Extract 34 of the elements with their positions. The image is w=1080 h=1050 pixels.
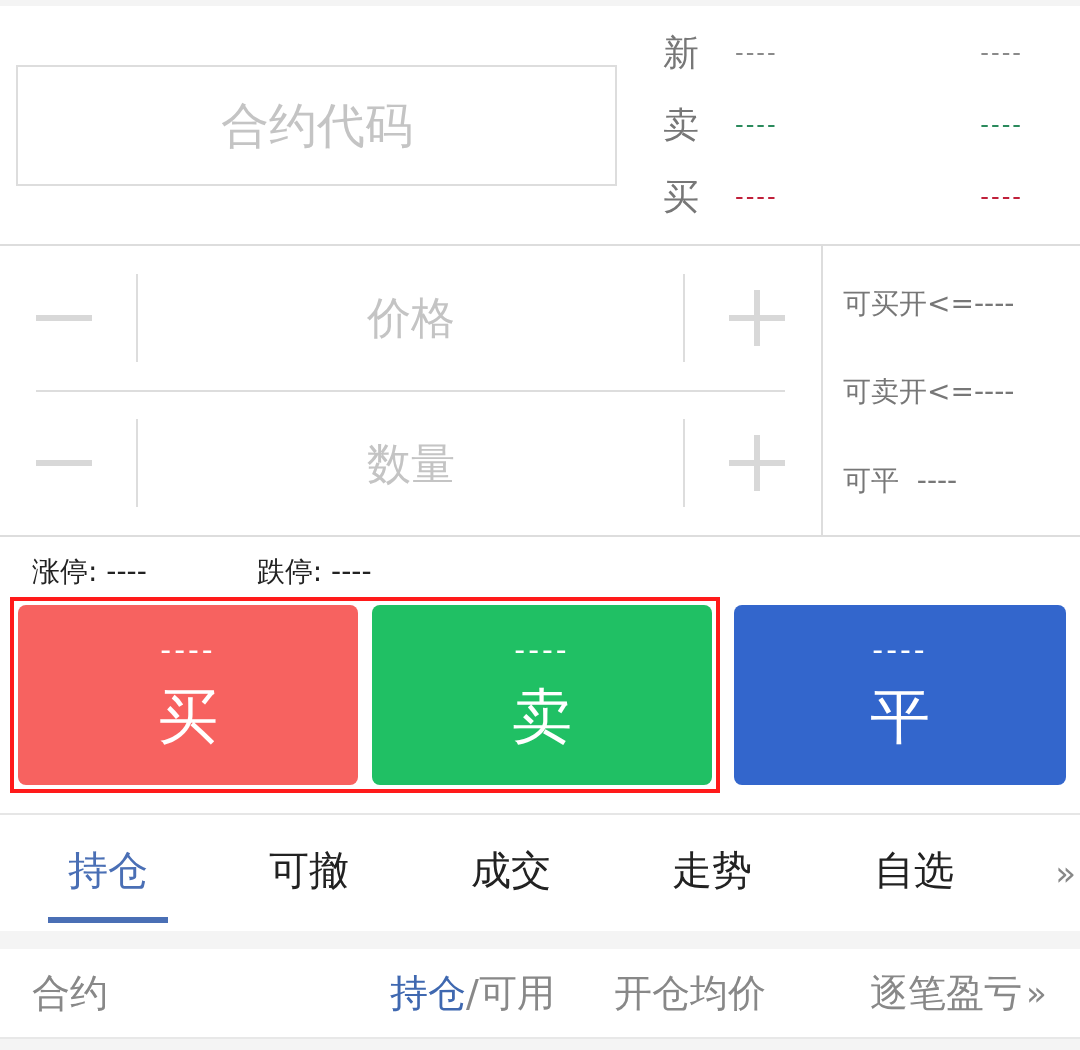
price-limit: 涨停: ---- [32,554,147,590]
price-field[interactable]: 价格 [138,291,683,345]
contract-code-field[interactable]: 合约代码 [16,64,617,186]
quote-label: 卖 [663,102,700,147]
plus-icon [729,435,785,492]
quote-value: ---- [980,111,1023,139]
quote-value: ---- [735,183,778,211]
quote-value: ---- [980,183,1023,211]
plus-icon [729,289,785,346]
price-limit: 跌停: ---- [256,554,372,590]
available-quantity: 可平 ---- [843,462,959,499]
column-header[interactable]: 持仓/可用 [390,967,614,1019]
more-tabs-button[interactable]: » [1055,853,1076,893]
quote-value: ---- [980,39,1023,67]
column-header[interactable]: 合约 [32,967,390,1019]
tab[interactable]: 走势 [652,815,854,931]
tab[interactable]: 可撤 [249,815,451,931]
tab[interactable]: 成交 [450,815,653,931]
column-header[interactable]: 开仓均价 [614,967,870,1019]
minus-icon [36,314,92,321]
quote-value: ---- [735,111,778,139]
available-quantity: 可买开<=---- [843,286,1016,323]
more-columns-button[interactable]: » [1026,973,1047,1013]
quote-label: 新 [663,30,700,75]
quote-value: ---- [735,39,778,67]
order-button[interactable]: ---- 平 [734,605,1066,785]
available-quantity: 可卖开<=---- [843,374,1016,411]
order-button[interactable]: ---- 买 [18,605,358,785]
tab[interactable]: 自选 [853,815,1056,931]
quote-label: 买 [663,174,700,219]
tab[interactable]: 持仓 [48,815,250,931]
column-header[interactable]: 逐笔盈亏 [870,967,1022,1019]
minus-icon [36,460,92,467]
quantity-field[interactable]: 数量 [138,436,683,490]
